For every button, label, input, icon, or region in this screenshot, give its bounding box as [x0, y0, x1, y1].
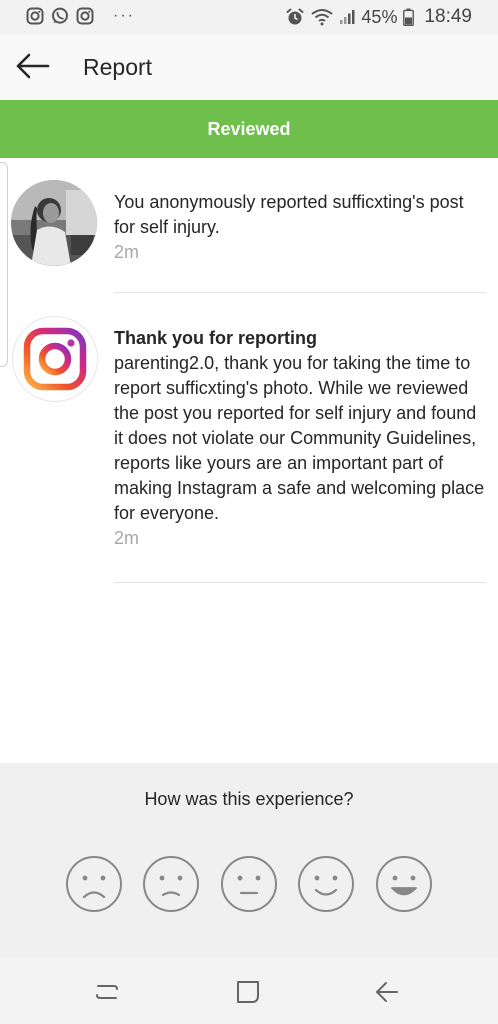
divider	[114, 292, 486, 293]
very-happy-face-icon[interactable]	[375, 855, 433, 913]
avatar-photo	[11, 180, 97, 266]
instagram-logo-icon	[23, 327, 87, 391]
very-sad-face-icon[interactable]	[65, 855, 123, 913]
back-icon[interactable]	[373, 978, 401, 1006]
clock: 18:49	[424, 6, 472, 27]
divider	[114, 582, 486, 583]
notification-content: Thank you for reporting parenting2.0, th…	[114, 326, 486, 551]
notification-text: You anonymously reported sufficxting's p…	[114, 192, 464, 237]
neutral-face-icon[interactable]	[220, 855, 278, 913]
page-title: Report	[83, 54, 153, 80]
report-screen: ··· 45% 18:49 Report Reviewed You anonym…	[0, 0, 498, 1024]
more-notifications-icon: ···	[113, 7, 135, 24]
back-arrow-icon[interactable]	[14, 50, 50, 82]
feedback-panel: How was this experience?	[0, 763, 498, 958]
status-indicators: 45% 18:49	[285, 6, 472, 28]
status-bar: ··· 45% 18:49	[0, 0, 498, 34]
notification-content: You anonymously reported sufficxting's p…	[114, 190, 486, 265]
instagram-logo-avatar	[12, 316, 98, 402]
notification-icons: ···	[26, 7, 135, 25]
happy-face-icon[interactable]	[297, 855, 355, 913]
instagram-icon	[26, 7, 44, 25]
notification-text: parenting2.0, thank you for taking the t…	[114, 353, 485, 523]
status-banner: Reviewed	[0, 100, 498, 158]
feedback-question: How was this experience?	[144, 789, 354, 809]
system-nav-bar	[0, 958, 498, 1024]
user-avatar[interactable]	[11, 180, 97, 266]
sad-face-icon[interactable]	[142, 855, 200, 913]
rating-faces	[0, 855, 498, 913]
recent-apps-icon[interactable]	[93, 978, 121, 1006]
scroll-edge-indicator	[0, 162, 8, 367]
app-bar: Report	[0, 34, 498, 100]
signal-icon	[340, 10, 355, 24]
instagram-icon	[76, 7, 94, 25]
battery-percentage: 45%	[361, 7, 398, 27]
battery-icon	[403, 8, 415, 26]
wifi-icon	[311, 9, 334, 26]
notification-time: 2m	[114, 528, 140, 548]
alarm-icon	[286, 8, 304, 25]
notification-time: 2m	[114, 242, 140, 262]
whatsapp-icon	[52, 7, 68, 24]
home-icon[interactable]	[234, 978, 262, 1006]
notification-title: Thank you for reporting	[114, 328, 318, 348]
